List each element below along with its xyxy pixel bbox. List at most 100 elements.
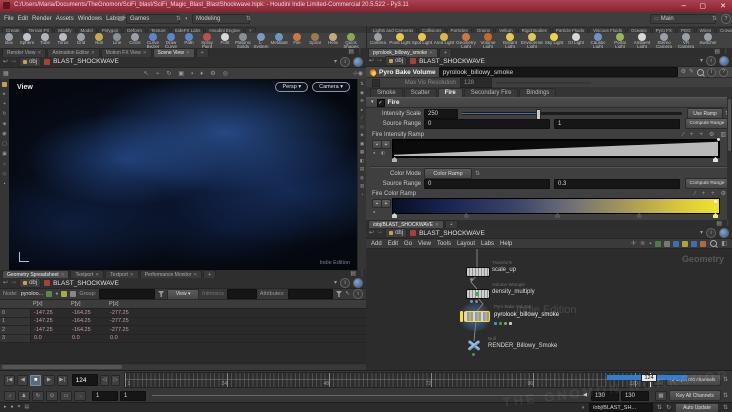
keyframe-options-icon[interactable]: ▦ xyxy=(654,390,667,401)
column-header-px[interactable]: P[x] xyxy=(30,301,68,307)
net-align-icon[interactable]: ≋ xyxy=(640,241,645,247)
viewport[interactable]: View Persp ▾ Camera ▾ Indie Edition xyxy=(9,79,358,270)
ramp-edit-icon[interactable]: ∕ xyxy=(683,132,684,138)
close-icon[interactable]: ✕ xyxy=(186,50,190,56)
shelf-tool[interactable]: Spiral xyxy=(306,32,324,50)
stepper-icon[interactable]: ⇅ xyxy=(657,405,662,411)
path-node-name[interactable]: BLAST_SHOCKWAVE xyxy=(419,58,485,65)
path-dropdown-icon[interactable]: ▾ xyxy=(700,230,703,236)
path-node-name[interactable]: BLAST_SHOCKWAVE xyxy=(53,58,119,65)
column-header-py[interactable]: P[y] xyxy=(68,301,106,307)
ramp-add-icon[interactable]: + xyxy=(690,132,694,138)
close-icon[interactable]: ✕ xyxy=(143,50,147,56)
path-dropdown-icon[interactable]: ▾ xyxy=(700,58,703,64)
shelf-tool[interactable]: VR Camera xyxy=(675,32,697,50)
shelf-tool[interactable]: Geometry Light xyxy=(455,32,477,50)
pane-layout-icon[interactable]: ▤ xyxy=(714,49,720,55)
color-mode-dropdown[interactable]: Color Ramp xyxy=(424,168,472,179)
message-icon[interactable]: ◗ xyxy=(581,405,585,411)
network-menu-item[interactable]: Layout xyxy=(457,241,475,247)
path-root-chip[interactable]: obj xyxy=(19,278,42,288)
desktop-stepper-icon[interactable]: ⇅ xyxy=(176,16,181,22)
desktop-dropdown[interactable]: Games xyxy=(126,14,180,24)
ramp-add2-icon[interactable]: + xyxy=(699,132,703,138)
close-icon[interactable]: ✕ xyxy=(61,272,65,278)
back-icon[interactable]: ↩ xyxy=(3,59,8,65)
shelf-tool[interactable]: Environment Light xyxy=(521,32,543,50)
filter-funnel-icon[interactable] xyxy=(158,291,165,297)
scene-tool-icon[interactable]: ▣ xyxy=(178,71,184,77)
viewport-tool-icon[interactable]: ◇ xyxy=(3,172,7,177)
node-pyro-bake-volume[interactable] xyxy=(464,311,490,322)
node-null[interactable] xyxy=(466,340,482,351)
points-mode-icon[interactable] xyxy=(46,291,53,297)
forward-icon[interactable]: ↪ xyxy=(377,58,382,64)
shelf-tool[interactable]: Distant Light xyxy=(499,32,521,50)
pane-tab-animation-editor[interactable]: Animation Editor ✕ xyxy=(47,47,100,57)
display-option-icon[interactable]: ◍ xyxy=(360,175,364,181)
ramp-add2-icon[interactable]: + xyxy=(711,191,715,197)
display-option-icon[interactable]: ▸ xyxy=(361,107,363,113)
refresh-icon[interactable]: ↻ xyxy=(666,405,671,411)
shelf-tool[interactable]: Camera xyxy=(367,32,389,50)
pane-tab-render-view[interactable]: Render View ✕ xyxy=(2,47,47,57)
shelf-tool[interactable]: Platonic Solids xyxy=(234,32,252,50)
color-ramp-marker[interactable] xyxy=(713,213,718,218)
node-name-label[interactable]: density_multiply xyxy=(492,289,535,295)
pane-menu-icon[interactable]: ⋮ xyxy=(725,221,731,227)
network-menu-item[interactable]: Help xyxy=(500,241,512,247)
network-canvas[interactable]: Geometry Indie Edition Transform scale_u… xyxy=(366,249,732,370)
shelf-tool[interactable]: Helix xyxy=(324,32,342,50)
shelf-tool[interactable]: Switcher xyxy=(697,32,719,50)
viewport-tool-icon[interactable]: ◈ xyxy=(3,122,7,127)
scene-tool-icon[interactable]: ▪ xyxy=(191,71,193,77)
shelf-tool[interactable]: L-System xyxy=(252,32,270,50)
display-option-icon[interactable]: ◔ xyxy=(361,192,364,198)
scene-tool-icon[interactable]: ◎ xyxy=(223,71,228,77)
viewport-tool-icon[interactable]: ⌂ xyxy=(3,162,6,167)
color-ramp-marker[interactable] xyxy=(392,213,397,218)
cursor-icon[interactable]: ↖ xyxy=(345,291,350,297)
close-icon[interactable]: ✕ xyxy=(38,50,42,56)
info-circle-icon[interactable]: i xyxy=(707,67,716,77)
column-header-pz[interactable]: P[z] xyxy=(106,301,144,307)
shelfset-dropdown[interactable]: Modeling xyxy=(192,14,250,24)
stepper-icon[interactable]: ⇅ xyxy=(475,171,480,177)
display-option-icon[interactable]: ✜ xyxy=(360,98,364,104)
path-root-chip[interactable]: obj xyxy=(385,228,408,238)
help-circle-icon[interactable]: ? xyxy=(719,67,728,77)
swap-icon[interactable]: ◑ xyxy=(184,16,188,22)
camera-button[interactable]: Camera ▾ xyxy=(312,82,350,92)
close-icon[interactable]: ✕ xyxy=(130,272,134,278)
path-node-name[interactable]: BLAST_SHOCKWAVE xyxy=(419,230,485,237)
ramp-marker[interactable] xyxy=(713,157,718,162)
network-menu-item[interactable]: Go xyxy=(404,241,412,247)
main-stepper-icon[interactable]: ⇅ xyxy=(712,16,717,22)
shelf-tool[interactable]: Tube xyxy=(36,32,54,50)
viewport-tool-icon[interactable]: ▸ xyxy=(3,92,6,97)
gear-icon[interactable]: ⚙ xyxy=(681,69,686,75)
info-circle-icon[interactable]: i xyxy=(706,56,716,66)
network-menu-item[interactable]: View xyxy=(418,241,431,247)
pane-layout-icon[interactable]: ▤ xyxy=(348,49,354,55)
shelf-tool[interactable]: Point Light xyxy=(389,32,411,50)
net-badge-toggle-icon[interactable] xyxy=(682,240,689,247)
new-tab-button[interactable]: + xyxy=(195,47,209,57)
net-dot-icon[interactable]: ▪ xyxy=(649,241,651,247)
close-icon[interactable]: ✕ xyxy=(193,272,197,278)
fire-enable-checkbox[interactable]: ✓ xyxy=(376,98,385,107)
node-name-label[interactable]: scale_up xyxy=(492,267,516,273)
ramp-interp-icon[interactable]: ● xyxy=(373,151,375,155)
tab-fire[interactable]: Fire xyxy=(437,88,463,97)
display-option-icon[interactable]: ▤ xyxy=(360,166,364,172)
playback-toggle-button[interactable]: ▭ xyxy=(60,390,72,401)
step-forward-button[interactable]: ▷ xyxy=(111,374,121,386)
ramp-gear-icon[interactable]: ⚙ xyxy=(721,191,726,197)
back-icon[interactable]: ↩ xyxy=(369,58,374,64)
pane-tab-motion-fx-view[interactable]: Motion FX View ✕ xyxy=(100,47,152,57)
global-start-field[interactable]: 1 xyxy=(92,390,118,401)
ramp-point-end[interactable] xyxy=(714,200,717,203)
playback-toggle-button[interactable]: ♪ xyxy=(4,390,16,401)
node-name-label[interactable]: RENDER_Billowy_Smoke xyxy=(488,343,557,349)
table-row[interactable]: 3 0.0 0.0 0.0 xyxy=(0,334,366,343)
